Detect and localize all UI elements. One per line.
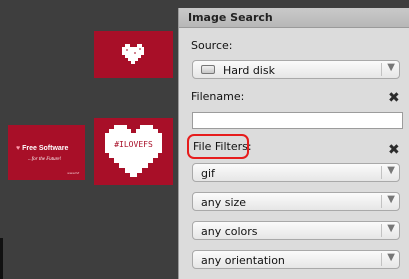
pixel-heart-icon — [122, 44, 144, 64]
source-dropdown[interactable]: Hard disk ▼ — [192, 60, 400, 79]
source-value: Hard disk — [223, 64, 275, 77]
heart-icon: ♥ — [16, 145, 21, 152]
canvas-edge — [0, 238, 3, 279]
image-canvas: ♥ Free Software ...for the Future! www.f… — [0, 0, 178, 279]
filename-label: Filename: — [191, 90, 245, 103]
chevron-down-icon: ▼ — [387, 223, 395, 234]
filter-colors-dropdown[interactable]: any colors ▼ — [192, 221, 400, 240]
chevron-down-icon: ▼ — [387, 62, 395, 73]
dropdown-separator — [381, 253, 382, 266]
filter-format-value: gif — [201, 167, 215, 180]
chevron-down-icon: ▼ — [387, 252, 395, 263]
free-software-title: ♥ Free Software — [16, 145, 69, 152]
source-label: Source: — [191, 39, 233, 52]
clear-filters-icon[interactable]: ✖ — [388, 143, 400, 157]
dropdown-separator — [381, 224, 382, 237]
thumbnail-small-heart[interactable] — [94, 31, 173, 78]
panel-title: Image Search — [188, 11, 273, 24]
chevron-down-icon: ▼ — [387, 194, 395, 205]
image-search-panel: Image Search Source: Hard disk ▼ Filenam… — [178, 8, 409, 279]
free-software-subtitle: ...for the Future! — [28, 157, 62, 162]
filter-orientation-value: any orientation — [201, 254, 285, 267]
filter-colors-value: any colors — [201, 225, 258, 238]
ilovefs-label: #ILOVEFS — [114, 140, 153, 149]
dropdown-separator — [381, 195, 382, 208]
thumbnail-ilovefs-heart[interactable]: #ILOVEFS — [94, 118, 173, 185]
hard-disk-icon — [201, 65, 215, 74]
panel-header: Image Search — [179, 8, 409, 28]
filter-size-dropdown[interactable]: any size ▼ — [192, 192, 400, 211]
free-software-small-print: www.fsf — [67, 171, 79, 175]
clear-filename-icon[interactable]: ✖ — [388, 91, 400, 105]
large-pixel-heart-icon — [105, 125, 162, 177]
dropdown-separator — [381, 63, 382, 76]
dropdown-separator — [381, 166, 382, 179]
chevron-down-icon: ▼ — [387, 165, 395, 176]
filter-format-dropdown[interactable]: gif ▼ — [192, 163, 400, 182]
filter-size-value: any size — [201, 196, 247, 209]
thumbnail-free-software[interactable]: ♥ Free Software ...for the Future! www.f… — [8, 125, 85, 180]
filename-input[interactable] — [192, 112, 403, 129]
file-filters-highlight — [187, 134, 249, 159]
filter-orientation-dropdown[interactable]: any orientation ▼ — [192, 250, 400, 269]
